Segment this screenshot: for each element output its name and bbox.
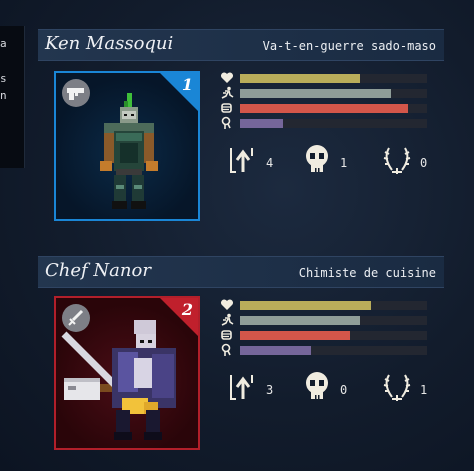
mind-bar	[240, 119, 427, 128]
character-name: Chef Nanor	[45, 260, 151, 281]
level-up-count: 4	[266, 156, 274, 170]
pistol-icon	[62, 79, 90, 107]
health-bar	[240, 74, 427, 83]
side-panel-line: n	[0, 89, 7, 102]
heart-icon	[220, 299, 234, 310]
level-up-icon	[230, 148, 253, 173]
brain-icon	[221, 116, 231, 129]
stat-speed	[220, 313, 430, 328]
character-card-ken[interactable]: Ken Massoqui Va-t-en-guerre sado-maso 1 …	[38, 29, 444, 221]
heart-icon	[220, 72, 234, 83]
character-portrait[interactable]: 1	[54, 71, 200, 221]
fist-icon	[221, 103, 232, 113]
stats-panel	[220, 71, 430, 131]
stat-strength	[220, 101, 430, 116]
level-up-icon	[230, 375, 253, 400]
character-role: Chimiste de cuisine	[298, 266, 436, 280]
skull-icon	[306, 145, 328, 172]
skull-icon	[306, 372, 328, 399]
laurels-count: 0	[420, 156, 428, 170]
fist-icon	[221, 330, 232, 340]
character-card-nanor[interactable]: Chef Nanor Chimiste de cuisine 2 3 0 1	[38, 256, 444, 450]
side-panel: a s n	[0, 26, 25, 168]
stat-speed	[220, 86, 430, 101]
laurel-icon	[383, 374, 411, 401]
stat-health	[220, 71, 430, 86]
health-bar	[240, 301, 427, 310]
strength-bar	[240, 104, 427, 113]
stat-mind	[220, 116, 430, 131]
slot-number: 2	[181, 300, 193, 319]
speed-bar	[240, 316, 427, 325]
side-panel-line: a	[0, 37, 7, 50]
mind-bar	[240, 346, 427, 355]
slot-number: 1	[181, 75, 193, 94]
character-role: Va-t-en-guerre sado-maso	[262, 39, 436, 53]
character-portrait[interactable]: 2	[54, 296, 200, 450]
stat-health	[220, 298, 430, 313]
running-icon	[221, 86, 234, 99]
kills-count: 0	[340, 383, 348, 397]
strength-bar	[240, 331, 427, 340]
stat-mind	[220, 343, 430, 358]
sword-icon	[62, 304, 90, 332]
character-header: Chef Nanor Chimiste de cuisine	[38, 256, 444, 288]
stat-strength	[220, 328, 430, 343]
laurel-icon	[383, 147, 411, 174]
counters-panel: 4 1 0	[228, 142, 458, 178]
laurels-count: 1	[420, 383, 428, 397]
character-header: Ken Massoqui Va-t-en-guerre sado-maso	[38, 29, 444, 61]
level-up-count: 3	[266, 383, 274, 397]
side-panel-line: s	[0, 72, 7, 85]
character-name: Ken Massoqui	[45, 33, 174, 54]
speed-bar	[240, 89, 427, 98]
running-icon	[221, 313, 234, 326]
brain-icon	[221, 343, 231, 356]
kills-count: 1	[340, 156, 348, 170]
counters-panel: 3 0 1	[228, 369, 458, 405]
stats-panel	[220, 298, 430, 358]
